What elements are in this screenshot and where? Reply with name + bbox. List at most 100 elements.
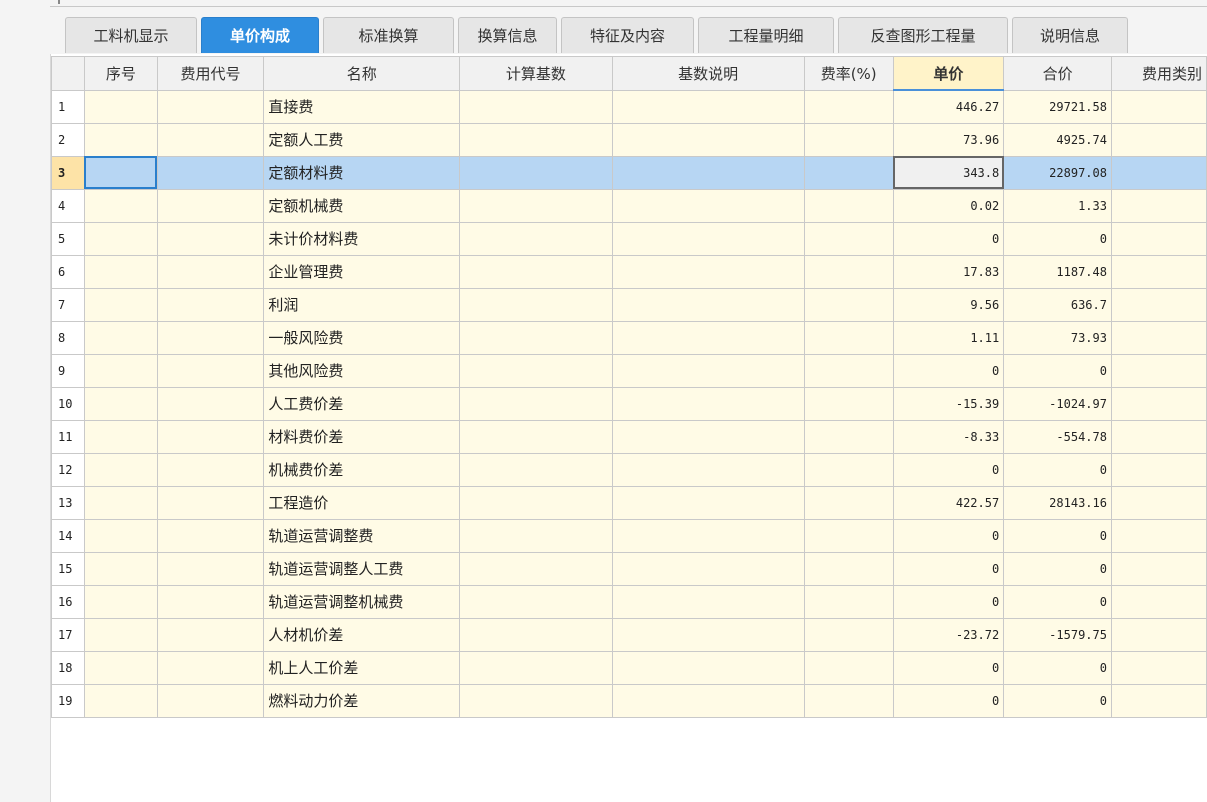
fee-code-cell[interactable] <box>156 155 265 190</box>
rate-cell[interactable] <box>803 452 894 487</box>
total-price-cell[interactable]: -1579.75 <box>1003 617 1112 652</box>
name-cell[interactable]: 直接费 <box>263 89 461 124</box>
fee-category-cell[interactable] <box>1110 617 1207 652</box>
total-price-cell[interactable]: 0 <box>1003 650 1112 685</box>
row-number-cell[interactable]: 15 <box>51 551 85 586</box>
sequence-cell[interactable] <box>83 452 158 487</box>
table-row[interactable]: 11 材料费价差 -8.33 -554.78 <box>51 419 1207 454</box>
name-cell[interactable]: 人材机价差 <box>263 617 461 652</box>
base-description-cell[interactable] <box>611 683 805 718</box>
fee-category-cell[interactable] <box>1110 320 1207 355</box>
row-number-cell[interactable]: 1 <box>51 89 85 124</box>
base-description-cell[interactable] <box>611 122 805 157</box>
total-price-cell[interactable]: 73.93 <box>1003 320 1112 355</box>
row-number-cell[interactable]: 2 <box>51 122 85 157</box>
fee-code-cell[interactable] <box>156 452 265 487</box>
unit-price-cell[interactable]: 0 <box>892 650 1005 685</box>
table-row[interactable]: 17 人材机价差 -23.72 -1579.75 <box>51 617 1207 652</box>
row-number-cell[interactable]: 11 <box>51 419 85 454</box>
name-cell[interactable]: 人工费价差 <box>263 386 461 421</box>
sequence-cell[interactable] <box>83 419 158 454</box>
calc-base-cell[interactable] <box>459 320 613 355</box>
sequence-cell[interactable] <box>83 221 158 256</box>
tab-conversion-info[interactable]: 换算信息 <box>458 17 557 53</box>
fee-code-cell[interactable] <box>156 617 265 652</box>
unit-price-cell[interactable]: -15.39 <box>892 386 1005 421</box>
total-price-cell[interactable]: 22897.08 <box>1003 155 1112 190</box>
base-description-cell[interactable] <box>611 419 805 454</box>
rate-cell[interactable] <box>803 419 894 454</box>
fee-code-cell[interactable] <box>156 584 265 619</box>
base-description-cell[interactable] <box>611 353 805 388</box>
fee-code-cell[interactable] <box>156 485 265 520</box>
name-cell[interactable]: 一般风险费 <box>263 320 461 355</box>
rate-cell[interactable] <box>803 188 894 223</box>
total-price-cell[interactable]: 4925.74 <box>1003 122 1112 157</box>
unit-price-cell[interactable]: 446.27 <box>892 89 1005 124</box>
table-row[interactable]: 6 企业管理费 17.83 1187.48 <box>51 254 1207 289</box>
rate-cell[interactable] <box>803 353 894 388</box>
rate-cell[interactable] <box>803 287 894 322</box>
fee-code-cell[interactable] <box>156 89 265 124</box>
sequence-cell[interactable] <box>83 188 158 223</box>
row-number-cell[interactable]: 18 <box>51 650 85 685</box>
calc-base-cell[interactable] <box>459 155 613 190</box>
unit-price-cell[interactable]: 73.96 <box>892 122 1005 157</box>
row-number-cell[interactable]: 12 <box>51 452 85 487</box>
rate-cell[interactable] <box>803 320 894 355</box>
total-price-cell[interactable]: 1.33 <box>1003 188 1112 223</box>
total-price-cell[interactable]: 0 <box>1003 221 1112 256</box>
fee-category-cell[interactable] <box>1110 518 1207 553</box>
rate-cell[interactable] <box>803 584 894 619</box>
header-fee-category[interactable]: 费用类别 <box>1110 56 1207 91</box>
fee-code-cell[interactable] <box>156 254 265 289</box>
total-price-cell[interactable]: 29721.58 <box>1003 89 1112 124</box>
fee-category-cell[interactable] <box>1110 419 1207 454</box>
total-price-cell[interactable]: 1187.48 <box>1003 254 1112 289</box>
row-number-cell[interactable]: 9 <box>51 353 85 388</box>
sequence-cell[interactable] <box>83 320 158 355</box>
rate-cell[interactable] <box>803 386 894 421</box>
calc-base-cell[interactable] <box>459 518 613 553</box>
base-description-cell[interactable] <box>611 155 805 190</box>
calc-base-cell[interactable] <box>459 221 613 256</box>
calc-base-cell[interactable] <box>459 650 613 685</box>
sequence-cell[interactable] <box>83 650 158 685</box>
unit-price-cell[interactable]: 422.57 <box>892 485 1005 520</box>
total-price-cell[interactable]: -1024.97 <box>1003 386 1112 421</box>
base-description-cell[interactable] <box>611 485 805 520</box>
table-row[interactable]: 19 燃料动力价差 0 0 <box>51 683 1207 718</box>
tab-reverse-graphic-quantity[interactable]: 反查图形工程量 <box>838 17 1008 53</box>
calc-base-cell[interactable] <box>459 419 613 454</box>
total-price-cell[interactable]: 636.7 <box>1003 287 1112 322</box>
fee-category-cell[interactable] <box>1110 353 1207 388</box>
row-number-cell[interactable]: 4 <box>51 188 85 223</box>
calc-base-cell[interactable] <box>459 386 613 421</box>
tab-labor-material-machine[interactable]: 工料机显示 <box>65 17 197 53</box>
fee-category-cell[interactable] <box>1110 386 1207 421</box>
base-description-cell[interactable] <box>611 386 805 421</box>
rate-cell[interactable] <box>803 617 894 652</box>
fee-code-cell[interactable] <box>156 287 265 322</box>
sequence-cell[interactable] <box>83 287 158 322</box>
calc-base-cell[interactable] <box>459 485 613 520</box>
calc-base-cell[interactable] <box>459 254 613 289</box>
unit-price-cell[interactable]: 0 <box>892 584 1005 619</box>
name-cell[interactable]: 轨道运营调整人工费 <box>263 551 461 586</box>
unit-price-cell[interactable]: -8.33 <box>892 419 1005 454</box>
fee-category-cell[interactable] <box>1110 221 1207 256</box>
fee-code-cell[interactable] <box>156 221 265 256</box>
unit-price-cell[interactable]: 17.83 <box>892 254 1005 289</box>
header-sequence[interactable]: 序号 <box>83 56 158 91</box>
fee-code-cell[interactable] <box>156 518 265 553</box>
top-splitter[interactable] <box>50 0 1207 7</box>
header-unit-price[interactable]: 单价 <box>892 56 1005 91</box>
tab-features-content[interactable]: 特征及内容 <box>561 17 694 53</box>
header-calc-base[interactable]: 计算基数 <box>459 56 613 91</box>
table-row[interactable]: 4 定额机械费 0.02 1.33 <box>51 188 1207 223</box>
row-number-cell[interactable]: 5 <box>51 221 85 256</box>
fee-code-cell[interactable] <box>156 683 265 718</box>
rate-cell[interactable] <box>803 485 894 520</box>
table-row[interactable]: 14 轨道运营调整费 0 0 <box>51 518 1207 553</box>
base-description-cell[interactable] <box>611 287 805 322</box>
